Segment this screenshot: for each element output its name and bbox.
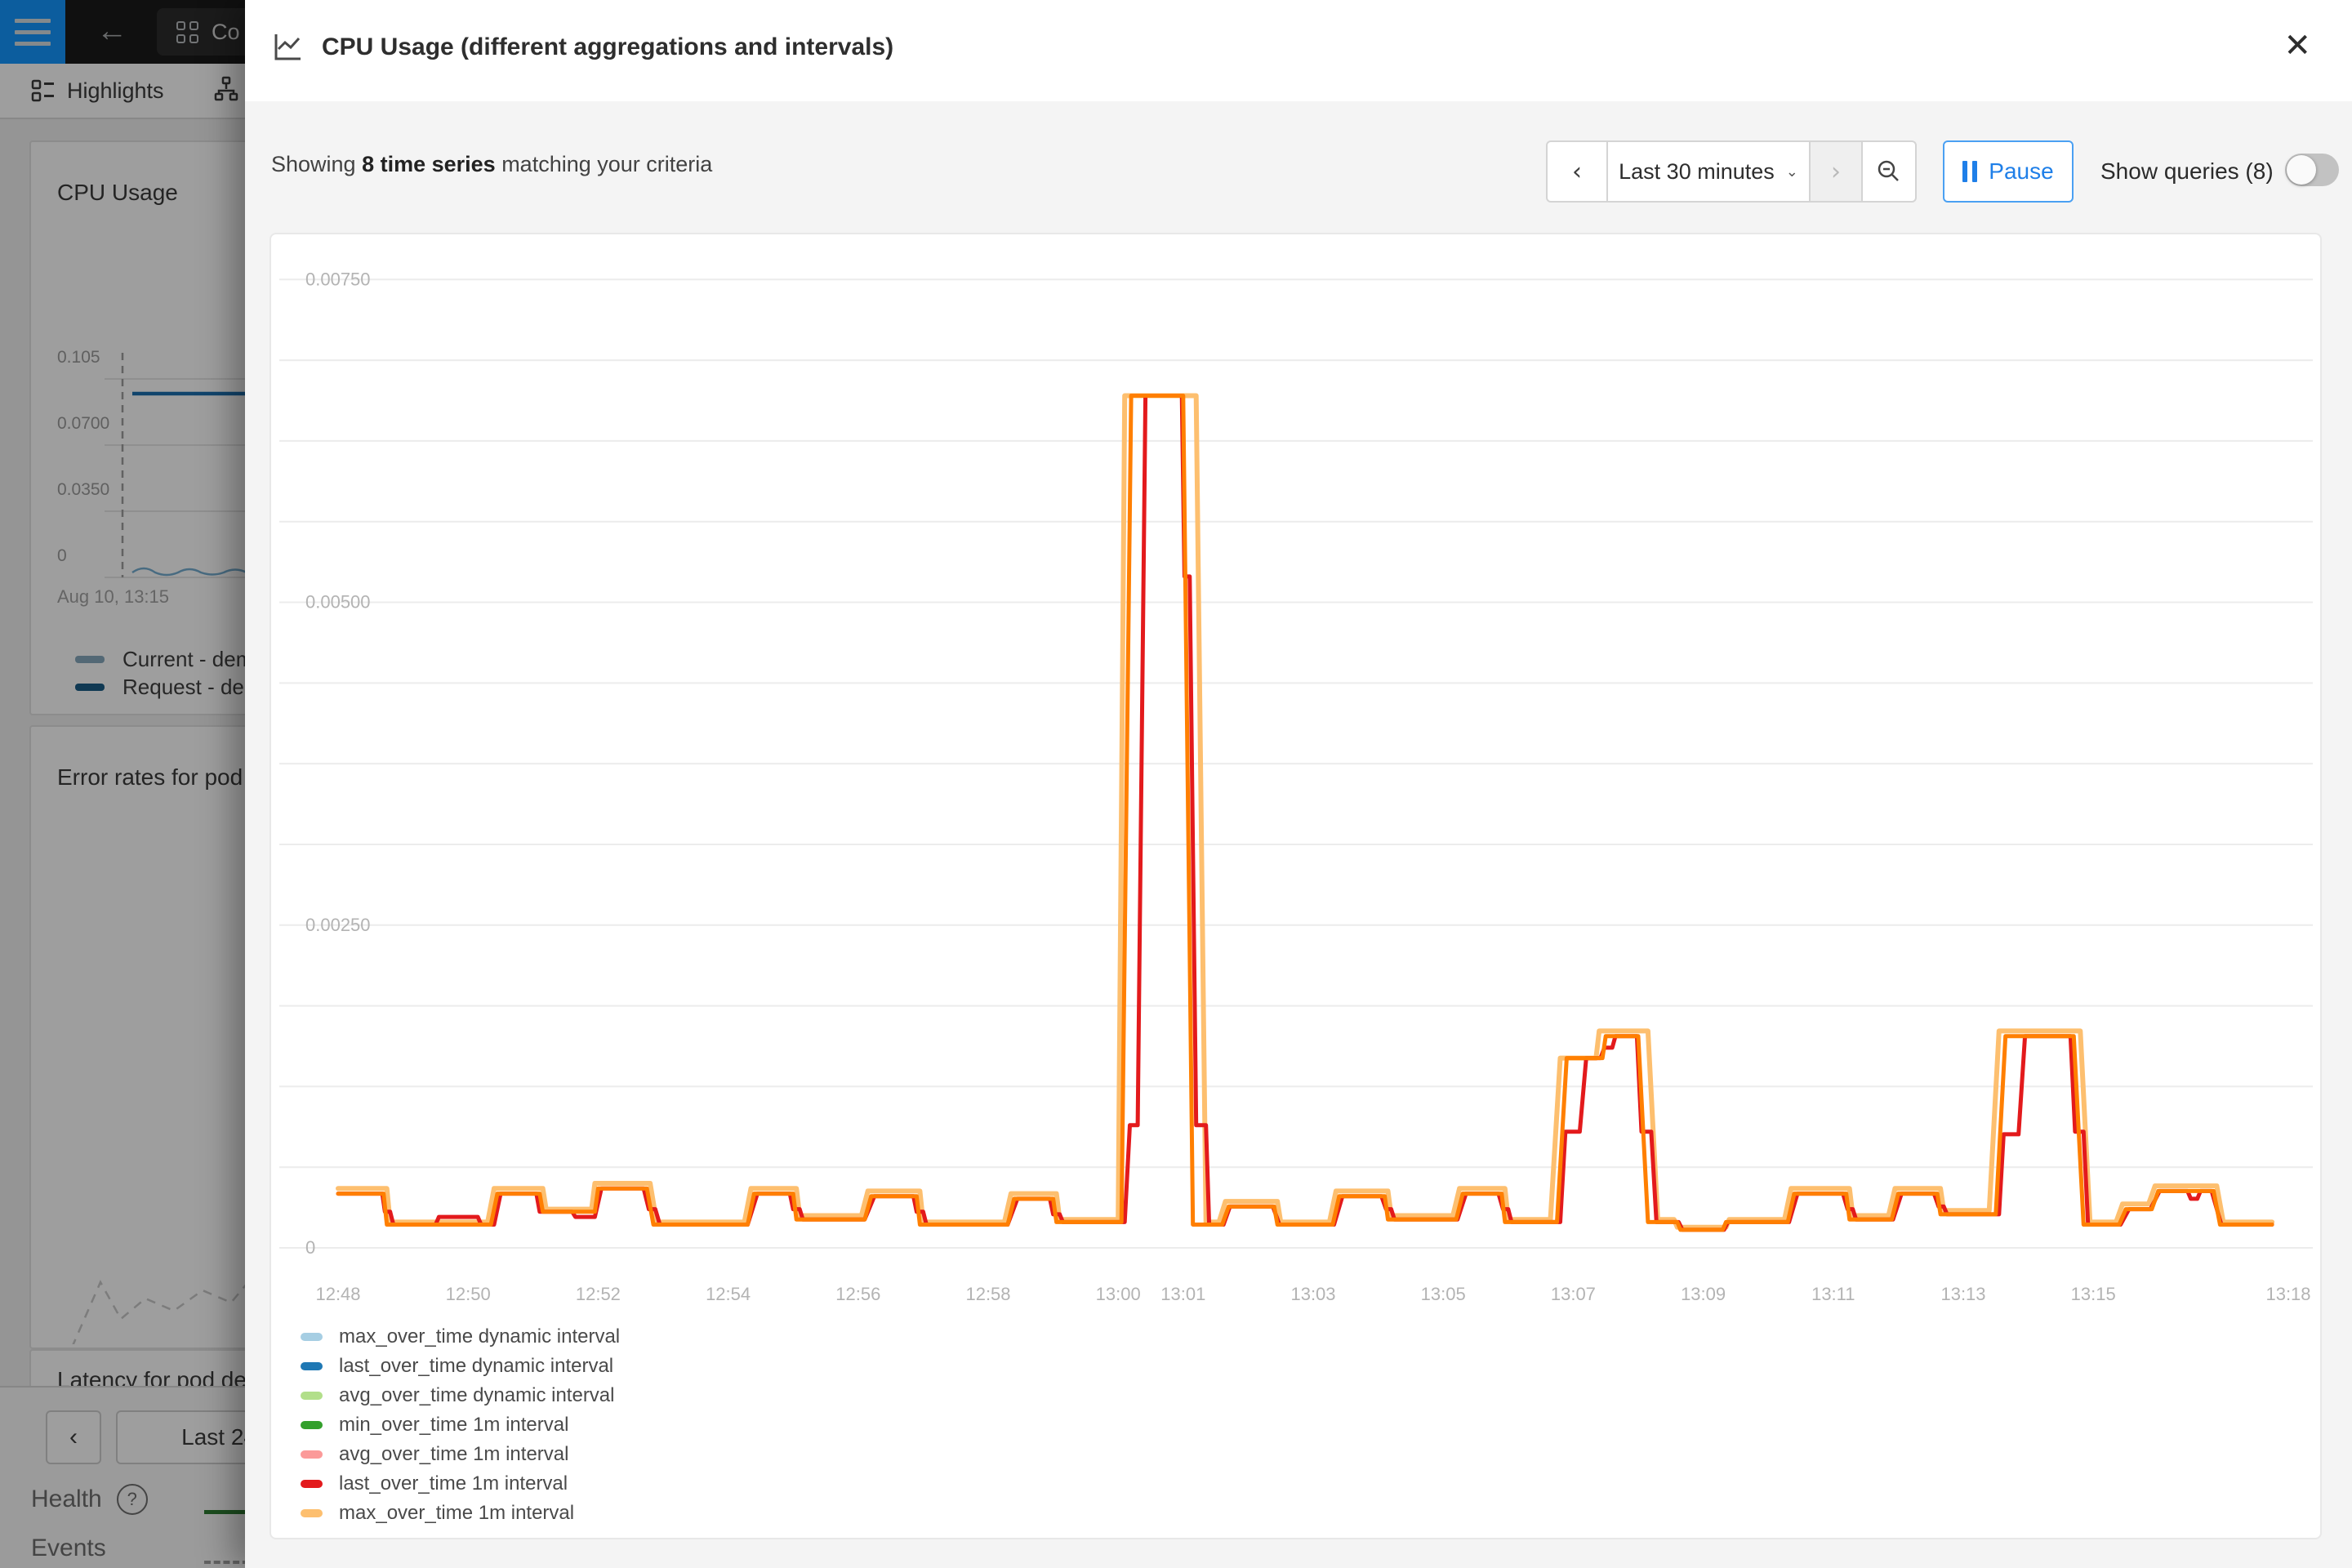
x-tick-label: 12:48 xyxy=(315,1284,360,1304)
zoom-out-button[interactable] xyxy=(1861,142,1915,201)
app-root: ← Co Highlights CPU Usage xyxy=(0,0,2352,1568)
show-queries-label: Show queries (8) xyxy=(2100,158,2274,185)
x-tick-label: 13:15 xyxy=(2071,1284,2116,1304)
y-tick-label: 0.00500 xyxy=(305,592,371,612)
range-next-button[interactable]: › xyxy=(1811,142,1861,201)
chart-modal: CPU Usage (different aggregations and in… xyxy=(245,0,2352,1568)
x-tick-label: 12:56 xyxy=(835,1284,880,1304)
modal-title: CPU Usage (different aggregations and in… xyxy=(322,33,893,61)
legend-swatch xyxy=(301,1509,323,1517)
legend-label: max_over_time dynamic interval xyxy=(339,1325,620,1348)
legend-label: avg_over_time dynamic interval xyxy=(339,1384,615,1407)
y-tick-label: 0.00250 xyxy=(305,915,371,935)
x-tick-label: 12:50 xyxy=(446,1284,491,1304)
legend-item[interactable]: avg_over_time dynamic interval xyxy=(301,1381,620,1410)
y-tick-label: 0 xyxy=(305,1237,315,1258)
x-tick-label: 13:07 xyxy=(1551,1284,1596,1304)
x-tick-label: 13:11 xyxy=(1811,1284,1855,1304)
show-queries-toggle[interactable] xyxy=(2285,154,2339,186)
x-tick-label: 13:09 xyxy=(1681,1284,1726,1304)
legend-swatch xyxy=(301,1362,323,1370)
range-label: Last 30 minutes xyxy=(1619,159,1775,185)
close-icon[interactable]: ✕ xyxy=(2283,29,2311,62)
legend-label: max_over_time 1m interval xyxy=(339,1502,574,1525)
zoom-out-icon xyxy=(1875,158,1903,185)
range-dropdown[interactable]: Last 30 minutes ⌄ xyxy=(1606,142,1811,201)
line-chart-icon xyxy=(271,31,304,64)
legend-item[interactable]: max_over_time 1m interval xyxy=(301,1499,620,1528)
x-tick-label: 13:00 xyxy=(1096,1284,1141,1304)
series-max-over-time-1m-interval xyxy=(338,396,2272,1227)
chart-panel: 0.00750 0.00500 0.00250 0 12:48 12:50 12:52 12:… xyxy=(270,233,2322,1539)
legend-swatch xyxy=(301,1421,323,1429)
legend-swatch xyxy=(301,1333,323,1341)
x-tick-label: 13:03 xyxy=(1290,1284,1335,1304)
legend-item[interactable]: last_over_time 1m interval xyxy=(301,1469,620,1499)
x-tick-label: 12:58 xyxy=(965,1284,1010,1304)
x-tick-label: 13:01 xyxy=(1160,1284,1205,1304)
chart-legend: max_over_time dynamic interval last_over_… xyxy=(301,1322,620,1528)
legend-swatch xyxy=(301,1480,323,1488)
x-tick-label: 13:13 xyxy=(1940,1284,1985,1304)
pause-button[interactable]: Pause xyxy=(1943,140,2074,203)
chevron-down-icon: ⌄ xyxy=(1786,163,1798,180)
legend-label: last_over_time 1m interval xyxy=(339,1472,568,1495)
x-tick-label: 13:05 xyxy=(1421,1284,1466,1304)
legend-item[interactable]: max_over_time dynamic interval xyxy=(301,1322,620,1352)
legend-item[interactable]: last_over_time dynamic interval xyxy=(301,1352,620,1381)
legend-swatch xyxy=(301,1450,323,1459)
x-tick-label: 13:18 xyxy=(2265,1284,2310,1304)
x-tick-label: 12:52 xyxy=(576,1284,621,1304)
legend-item[interactable]: min_over_time 1m interval xyxy=(301,1410,620,1440)
legend-swatch xyxy=(301,1392,323,1400)
pause-icon xyxy=(1962,161,1977,182)
legend-label: last_over_time dynamic interval xyxy=(339,1355,613,1378)
legend-label: avg_over_time 1m interval xyxy=(339,1443,568,1466)
toggle-knob xyxy=(2287,155,2316,185)
range-prev-button[interactable]: ‹ xyxy=(1548,142,1606,201)
x-tick-label: 12:54 xyxy=(706,1284,751,1304)
series-count-status: Showing 8 time series matching your crit… xyxy=(271,152,712,177)
series-count: 8 time series xyxy=(362,152,496,176)
time-range-picker: ‹ Last 30 minutes ⌄ › xyxy=(1546,140,1917,203)
legend-label: min_over_time 1m interval xyxy=(339,1414,568,1437)
modal-header: CPU Usage (different aggregations and in… xyxy=(245,0,2352,101)
legend-item[interactable]: avg_over_time 1m interval xyxy=(301,1440,620,1469)
y-tick-label: 0.00750 xyxy=(305,269,371,289)
